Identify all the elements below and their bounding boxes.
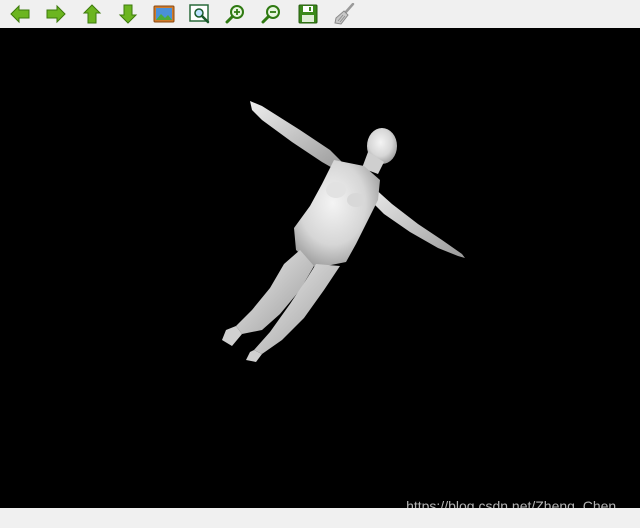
zoom-fit-button[interactable] — [188, 2, 212, 26]
arrow-up-icon — [82, 4, 102, 24]
forward-button[interactable] — [44, 2, 68, 26]
zoom-in-button[interactable] — [224, 2, 248, 26]
zoom-fit-icon — [189, 4, 210, 24]
image-button[interactable] — [152, 2, 176, 26]
zoom-in-icon — [225, 5, 244, 24]
arrow-left-icon — [10, 4, 30, 24]
watermark: https://blog.csdn.net/Zheng_Chen_ — [406, 498, 624, 508]
zoom-out-icon — [261, 5, 280, 24]
toolbar — [0, 0, 640, 28]
save-icon — [298, 4, 318, 24]
arrow-right-icon — [46, 4, 66, 24]
back-button[interactable] — [8, 2, 32, 26]
down-button[interactable] — [116, 2, 140, 26]
3d-viewport[interactable]: https://blog.csdn.net/Zheng_Chen_ — [0, 28, 640, 508]
zoom-out-button[interactable] — [260, 2, 284, 26]
broom-icon — [334, 3, 355, 25]
up-button[interactable] — [80, 2, 104, 26]
clear-button[interactable] — [332, 2, 356, 26]
human-body-model — [222, 101, 465, 362]
save-button[interactable] — [296, 2, 320, 26]
status-bar — [0, 508, 640, 528]
picture-icon — [153, 5, 175, 23]
arrow-down-icon — [118, 4, 138, 24]
